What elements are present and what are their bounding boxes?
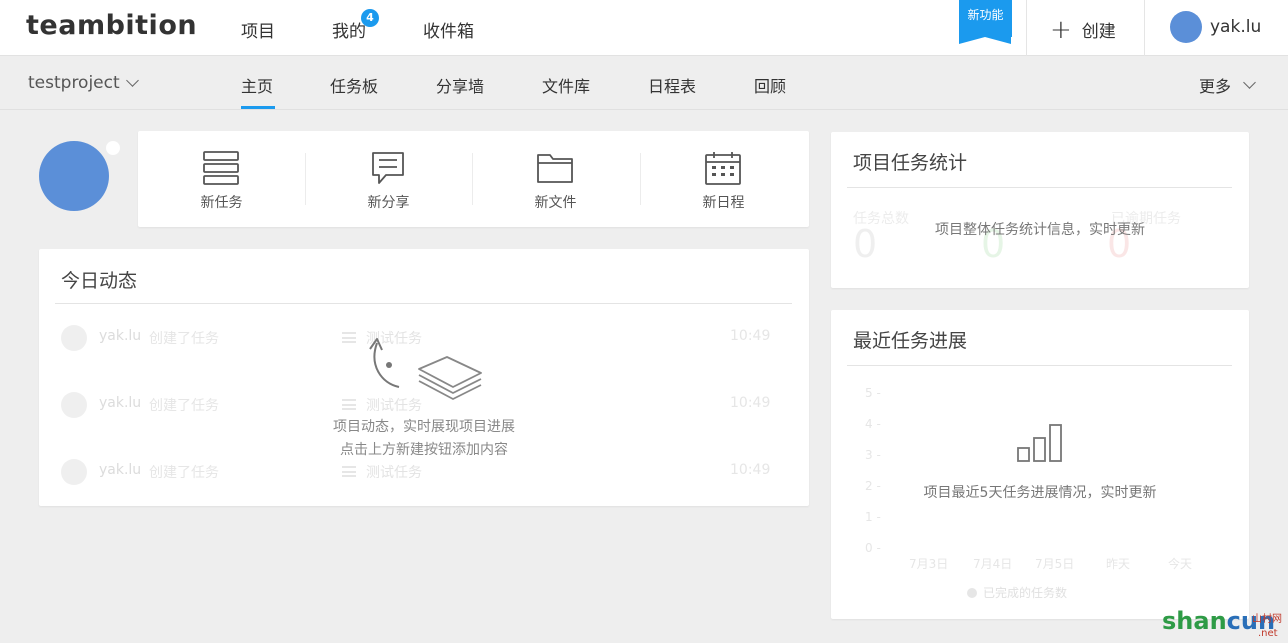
task-progress-card: 最近任务进展 5 - 4 - 3 - 2 - 1 - 0 - 7月3日 7月4日… (831, 310, 1249, 619)
nav-mine[interactable]: 我的 4 (332, 9, 379, 42)
create-label: 创建 (1081, 22, 1116, 42)
activity-title: 今日动态 (61, 270, 138, 292)
progress-title: 最近任务进展 (853, 330, 968, 352)
y-tick: 0 - (865, 541, 881, 555)
tab-files[interactable]: 文件库 (542, 73, 590, 97)
project-nav-bar: testproject 主页 任务板 分享墙 文件库 日程表 回顾 更多 (0, 56, 1288, 110)
plus-icon: + (1050, 14, 1072, 45)
new-share-button[interactable]: 新分享 (305, 131, 472, 227)
activity-time: 10:49 (730, 328, 771, 344)
task-stats-card: 项目任务统计 任务总数 已逾期任务 0 0 0 项目整体任务统计信息，实时更新 (831, 132, 1249, 288)
watermark-text1: shan (1162, 607, 1227, 635)
nav-mine-label: 我的 (332, 22, 366, 42)
top-bar: teambition 项目 我的 4 收件箱 新功能 + 创建 yak.lu (0, 0, 1288, 56)
new-file-label: 新文件 (534, 195, 577, 211)
chat-bubble-icon (372, 152, 404, 184)
divider (55, 303, 792, 304)
activity-action: 创建了任务 (149, 398, 219, 414)
activity-user: yak.lu (99, 328, 142, 344)
activity-card: 今日动态 yak.lu 创建了任务 测试任务 10:49 yak.lu 创建了任… (39, 249, 809, 506)
bar-chart-icon (1017, 424, 1062, 462)
avatar (1170, 11, 1202, 43)
activity-user: yak.lu (99, 462, 142, 478)
more-menu[interactable]: 更多 (1199, 73, 1256, 97)
new-event-button[interactable]: 新日程 (640, 131, 807, 227)
x-tick: 7月3日 (909, 557, 949, 571)
list-item: yak.lu 创建了任务 测试任务 10:49 (61, 458, 771, 486)
tab-share-wall[interactable]: 分享墙 (436, 73, 484, 97)
task-stack-icon (203, 151, 239, 185)
task-icon (342, 332, 356, 343)
y-tick: 5 - (865, 386, 881, 400)
more-label: 更多 (1199, 77, 1232, 96)
tab-home[interactable]: 主页 (241, 73, 273, 97)
activity-action: 创建了任务 (149, 465, 219, 481)
status-dot (106, 141, 120, 155)
create-button[interactable]: + 创建 (1050, 14, 1116, 45)
chart-legend: 已完成的任务数 (967, 584, 1067, 601)
avatar (61, 392, 87, 418)
divider (1144, 0, 1145, 56)
nav-projects[interactable]: 项目 (241, 17, 275, 42)
folder-icon (537, 154, 573, 183)
empty-message-line1: 项目动态，实时展现项目进展 (333, 419, 515, 435)
project-name: testproject (28, 73, 120, 93)
new-event-label: 新日程 (702, 195, 745, 211)
empty-message-line2: 点击上方新建按钮添加内容 (340, 442, 508, 458)
chevron-down-icon (1243, 76, 1256, 89)
x-tick: 昨天 (1106, 557, 1131, 571)
avatar (61, 459, 87, 485)
notification-badge: 4 (361, 9, 379, 27)
legend-dot (967, 587, 977, 598)
divider (847, 365, 1232, 366)
new-feature-ribbon[interactable]: 新功能 (959, 0, 1012, 44)
watermark-net: .net (1258, 628, 1278, 639)
activity-action: 创建了任务 (149, 331, 219, 347)
activity-time: 10:49 (730, 462, 771, 478)
quick-actions-card: 新任务 新分享 新文件 新日程 (138, 131, 809, 227)
calendar-icon (705, 152, 741, 185)
legend-label: 已完成的任务数 (983, 586, 1068, 600)
progress-message: 项目最近5天任务进展情况，实时更新 (923, 485, 1157, 501)
activity-user: yak.lu (99, 395, 142, 411)
new-file-button[interactable]: 新文件 (472, 131, 639, 227)
avatar (61, 325, 87, 351)
stats-message: 项目整体任务统计信息，实时更新 (935, 222, 1145, 238)
task-icon (342, 466, 356, 477)
watermark-sub: 山村网 (1252, 614, 1282, 625)
new-share-label: 新分享 (367, 195, 410, 211)
stats-title: 项目任务统计 (853, 152, 968, 174)
divider (847, 187, 1232, 188)
nav-inbox[interactable]: 收件箱 (423, 17, 474, 42)
divider (1026, 0, 1027, 56)
y-tick: 4 - (865, 417, 881, 431)
user-name: yak.lu (1210, 17, 1262, 37)
x-tick: 今天 (1168, 557, 1193, 571)
tab-task-board[interactable]: 任务板 (330, 73, 378, 97)
user-menu[interactable]: yak.lu (1170, 11, 1261, 43)
x-tick: 7月4日 (973, 557, 1013, 571)
activity-task: 测试任务 (366, 465, 422, 481)
y-tick: 3 - (865, 448, 881, 462)
tab-calendar[interactable]: 日程表 (648, 73, 696, 97)
new-task-button[interactable]: 新任务 (138, 131, 305, 227)
y-tick: 1 - (865, 510, 881, 524)
active-tab-indicator (241, 106, 275, 109)
x-tick: 7月5日 (1035, 557, 1075, 571)
task-icon (342, 399, 356, 410)
activity-time: 10:49 (730, 395, 771, 411)
empty-state-illustration-icon (369, 338, 482, 400)
chevron-down-icon (125, 74, 139, 87)
new-task-label: 新任务 (200, 195, 243, 211)
logo[interactable]: teambition (26, 10, 197, 41)
tab-review[interactable]: 回顾 (754, 73, 786, 97)
project-switcher[interactable]: testproject (28, 73, 139, 93)
project-avatar[interactable] (39, 141, 109, 211)
